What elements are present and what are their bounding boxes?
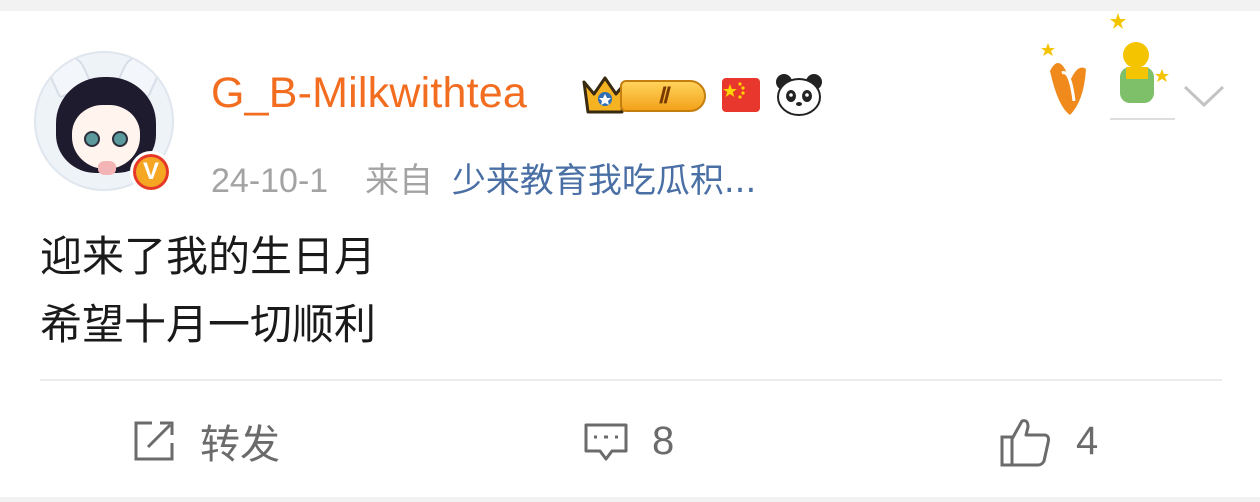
comment-button[interactable]: 8 (582, 411, 674, 471)
avatar[interactable]: V (34, 51, 179, 196)
divider (40, 379, 1222, 381)
user-badges: Ⅱ (580, 67, 824, 123)
comment-count: 8 (652, 418, 675, 463)
post-date: 24-10-1 (211, 162, 329, 200)
like-count: 4 (1076, 418, 1099, 463)
post-meta: 24-10-1 来自 少来教育我吃瓜积... (211, 153, 756, 202)
forward-label: 转发 (200, 422, 280, 468)
level-label: Ⅱ (620, 80, 706, 112)
from-label: 来自 (365, 161, 434, 201)
thumbs-up-icon (1000, 419, 1050, 467)
post-card: V G_B-Milkwithtea Ⅱ 24-10-1 来自 少来教育我吃瓜积.… (0, 11, 1260, 497)
post-source-link[interactable]: 少来教育我吃瓜积... (452, 161, 756, 201)
post-content: 迎来了我的生日月 希望十月一切顺利 (40, 223, 376, 359)
verified-badge-icon: V (130, 151, 172, 193)
like-button[interactable]: 4 (998, 411, 1098, 471)
username[interactable]: G_B-Milkwithtea (211, 69, 527, 118)
little-prince-decoration-icon (1041, 13, 1175, 120)
vip-level-badge[interactable]: Ⅱ (580, 72, 708, 118)
content-line: 迎来了我的生日月 (40, 232, 377, 281)
content-line: 希望十月一切顺利 (40, 300, 377, 349)
panda-icon (776, 74, 822, 116)
chevron-down-icon[interactable] (1182, 83, 1226, 109)
comment-icon (584, 423, 628, 461)
china-flag-icon (722, 78, 760, 112)
share-edit-icon (134, 421, 174, 461)
forward-button[interactable]: 转发 (130, 411, 280, 471)
bottom-strip (0, 497, 1260, 502)
